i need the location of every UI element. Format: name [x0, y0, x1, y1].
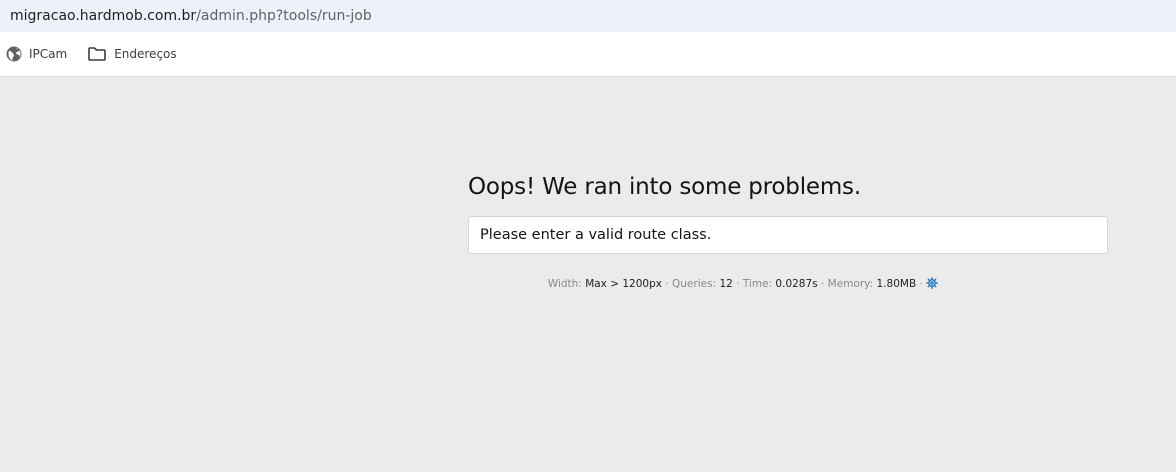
width-label: Width:	[547, 278, 582, 290]
error-message-box: Please enter a valid route class.	[468, 216, 1108, 254]
bookmark-label: Endereços	[114, 47, 177, 61]
bookmarks-bar: IPCam Endereços	[0, 32, 1176, 77]
width-value: Max > 1200px	[585, 278, 662, 290]
time-value: 0.0287s	[775, 278, 818, 290]
queries-value: 12	[719, 278, 733, 290]
bookmark-ipcam[interactable]: IPCam	[6, 46, 67, 62]
separator: ·	[919, 278, 923, 290]
memory-value: 1.80MB	[876, 278, 917, 290]
separator: ·	[736, 278, 740, 290]
queries-label: Queries:	[672, 278, 717, 290]
url-path: /admin.php?tools/run-job	[196, 8, 372, 24]
error-message: Please enter a valid route class.	[480, 227, 712, 243]
memory-label: Memory:	[827, 278, 874, 290]
url-host: migracao.hardmob.com.br	[10, 8, 197, 24]
debug-footer: Width: Max > 1200px · Queries: 12 · Time…	[468, 276, 1108, 292]
separator: ·	[665, 278, 669, 290]
globe-icon	[6, 46, 22, 62]
bookmark-label: IPCam	[29, 47, 68, 61]
folder-icon	[88, 47, 107, 61]
separator: ·	[820, 278, 825, 290]
error-title: Oops! We ran into some problems.	[468, 174, 861, 200]
error-panel: Oops! We ran into some problems. Please …	[468, 170, 1108, 254]
bookmark-folder-enderecos[interactable]: Endereços	[87, 46, 177, 62]
time-label: Time:	[742, 278, 773, 290]
gear-icon[interactable]	[926, 277, 939, 289]
address-bar[interactable]: migracao.hardmob.com.br/admin.php?tools/…	[0, 0, 1176, 32]
